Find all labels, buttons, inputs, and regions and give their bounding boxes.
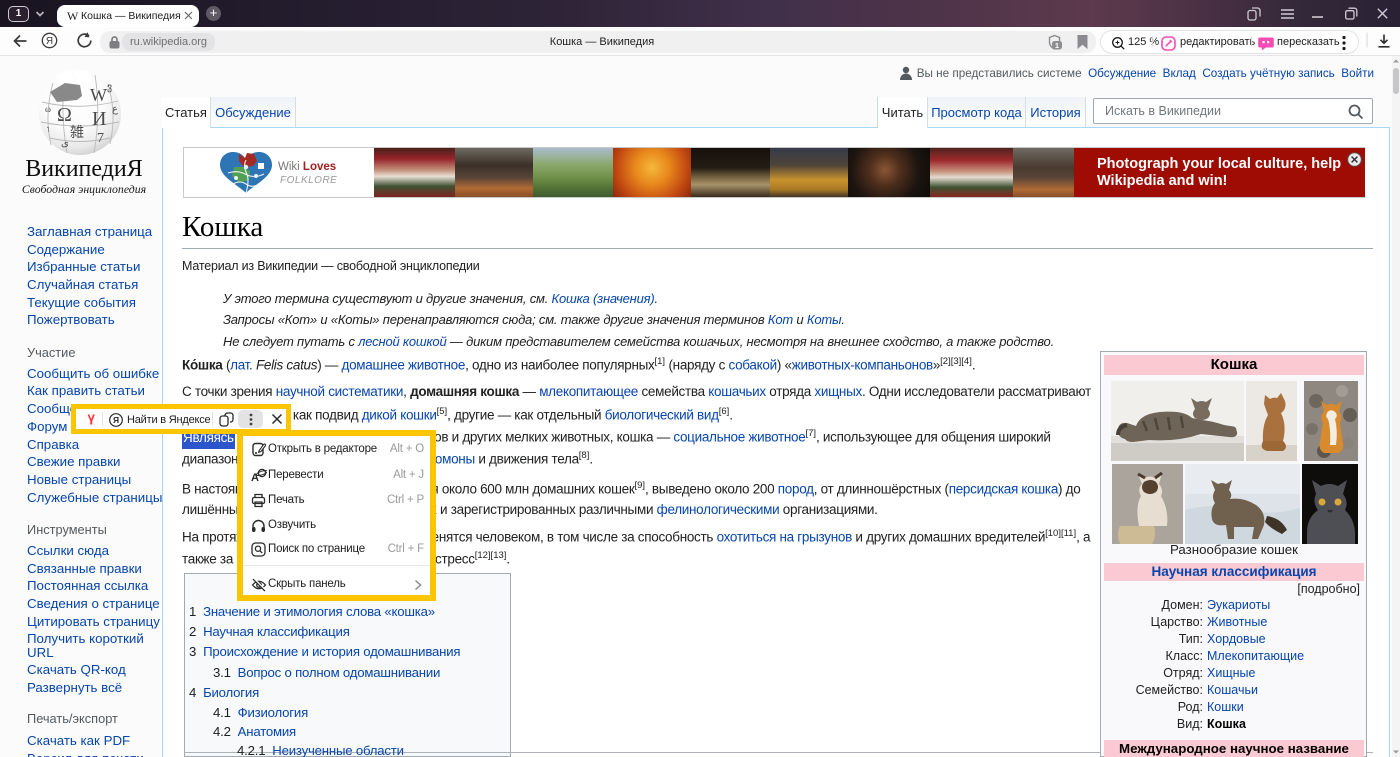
svg-text:Ω: Ω [57, 104, 72, 126]
svg-text:Я: Я [113, 415, 119, 425]
svg-text:ვ: ვ [107, 82, 112, 93]
svg-text:ω: ω [45, 104, 51, 114]
svg-text:W: W [90, 85, 107, 105]
svg-text:А: А [251, 472, 259, 484]
svg-text:ו: ו [47, 124, 49, 134]
svg-text:7: 7 [97, 131, 104, 146]
svg-text:雑: 雑 [70, 125, 84, 141]
svg-text:ی: ی [61, 138, 69, 149]
svg-text:1: 1 [1055, 41, 1059, 50]
svg-text:Я: Я [46, 36, 53, 47]
svg-text:ع: ع [112, 104, 118, 115]
svg-text:И: И [92, 108, 106, 130]
